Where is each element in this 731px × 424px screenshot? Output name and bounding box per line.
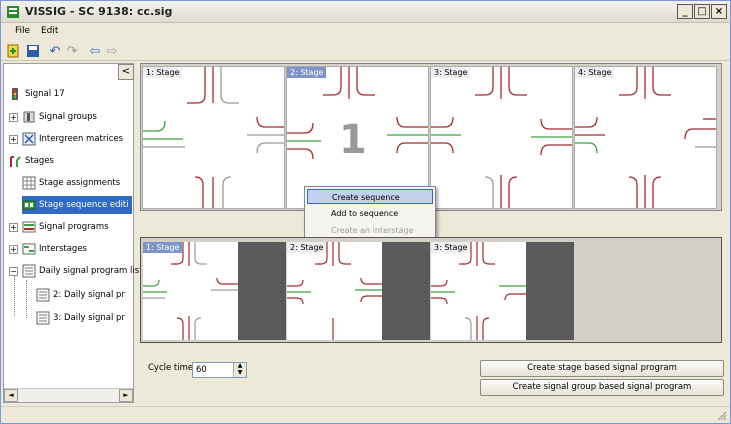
- interstage-block: [526, 242, 574, 340]
- intersection-diagram: [431, 67, 572, 208]
- tree-label: Stage sequence editi: [39, 200, 129, 210]
- tree-label: Intergreen matrices: [39, 134, 124, 144]
- app-icon: [7, 6, 19, 18]
- stages-icon: [10, 156, 21, 167]
- menu-file[interactable]: File: [15, 26, 30, 36]
- list-icon: [22, 264, 36, 278]
- create-stage-based-program-button[interactable]: Create stage based signal program: [480, 360, 724, 377]
- tree-item-daily-signal-program-list[interactable]: Daily signal program list: [22, 262, 143, 280]
- sequence-icon: [22, 200, 36, 210]
- stage-label: 1: Stage: [143, 67, 183, 78]
- intersection-diagram: [287, 242, 382, 340]
- window-title: VISSIG - SC 9138: cc.sig: [25, 5, 173, 18]
- tree-item-signal-groups[interactable]: Signal groups: [22, 108, 97, 126]
- tree-label: Signal 17: [25, 89, 65, 99]
- intersection-diagram: [431, 242, 526, 340]
- expand-interstages[interactable]: +: [9, 245, 18, 254]
- stage-label: 2: Stage: [287, 67, 327, 78]
- tree-item-stage-assignments[interactable]: Stage assignments: [22, 174, 120, 192]
- new-icon[interactable]: [5, 43, 21, 59]
- list-icon: [36, 288, 50, 302]
- scroll-right-icon[interactable]: ►: [119, 389, 133, 402]
- tree-item-daily-program-3[interactable]: 3: Daily signal pr: [36, 309, 132, 327]
- tree-item-signal-programs[interactable]: Signal programs: [22, 218, 109, 236]
- tree-label: Daily signal program list: [39, 266, 143, 276]
- tree-label: 2: Daily signal pr: [53, 290, 125, 300]
- menu-add-to-sequence[interactable]: Add to sequence: [307, 206, 433, 221]
- cycle-time-spinner[interactable]: ▲ ▼: [233, 363, 246, 377]
- cycle-time-label: Cycle time:: [148, 363, 196, 373]
- collapse-daily-list[interactable]: −: [9, 267, 18, 276]
- navigation-tree: < Signal 17 + Signal groups + Intergreen…: [3, 63, 143, 403]
- stage-label: 3: Stage: [431, 67, 471, 78]
- tree-item-signal[interactable]: Signal 17: [8, 85, 65, 103]
- signal-groups-icon: [23, 111, 35, 123]
- title-bar[interactable]: VISSIG - SC 9138: cc.sig _ □ ×: [1, 1, 730, 23]
- tree-item-interstages[interactable]: Interstages: [22, 240, 87, 258]
- stage-number: 1: [339, 117, 367, 163]
- expand-signal-groups[interactable]: +: [9, 113, 18, 122]
- expand-signal-programs[interactable]: +: [9, 223, 18, 232]
- tree-connector: [26, 280, 27, 318]
- sequence-panel: 1: Stage 2: Stage 3: Stage: [140, 237, 722, 343]
- list-icon: [36, 311, 50, 325]
- controller-icon: [12, 88, 18, 100]
- cycle-time-value: 60: [196, 365, 207, 375]
- status-bar: [1, 406, 730, 423]
- program-icon: [22, 221, 36, 233]
- tree-label: Signal programs: [39, 222, 109, 232]
- intersection-diagram: [575, 67, 716, 208]
- intersection-diagram: [143, 67, 284, 208]
- menu-edit[interactable]: Edit: [41, 26, 58, 36]
- interstage-block: [382, 242, 430, 340]
- menu-create-interstage: Create an interstage: [331, 226, 414, 235]
- tree-label: 3: Daily signal pr: [53, 313, 125, 323]
- tree-item-intergreen-matrices[interactable]: Intergreen matrices: [22, 130, 123, 148]
- grid-icon: [22, 176, 36, 190]
- spin-down-icon[interactable]: ▼: [234, 370, 246, 377]
- intersection-diagram: [143, 242, 238, 340]
- tree-item-stage-sequence-editing[interactable]: Stage sequence editi: [22, 196, 132, 214]
- sequence-card-2[interactable]: 2: Stage: [287, 242, 430, 340]
- resize-grip-icon[interactable]: [717, 411, 727, 421]
- sequence-card-1[interactable]: 1: Stage: [143, 242, 286, 340]
- stage-label: 3: Stage: [431, 242, 471, 253]
- minimize-button[interactable]: _: [677, 4, 693, 19]
- forward-icon[interactable]: ⇨: [104, 43, 120, 59]
- toolbar: ↶ ↷ ⇦ ⇨: [1, 41, 730, 61]
- menu-create-sequence[interactable]: Create sequence: [307, 189, 433, 204]
- tree-item-stages[interactable]: Stages: [8, 152, 54, 170]
- app-window: VISSIG - SC 9138: cc.sig _ □ × File Edit…: [0, 0, 731, 424]
- create-signal-group-based-program-button[interactable]: Create signal group based signal program: [480, 379, 724, 396]
- collapse-panel-button[interactable]: <: [118, 64, 134, 80]
- tree-item-daily-program-2[interactable]: 2: Daily signal pr: [36, 286, 132, 304]
- save-icon[interactable]: [25, 43, 41, 59]
- stage-card-1[interactable]: 1: Stage: [142, 66, 285, 209]
- tree-label: Stage assignments: [39, 178, 121, 188]
- menu-bar: File Edit: [1, 23, 730, 41]
- close-button[interactable]: ×: [711, 4, 727, 19]
- tree-label: Stages: [25, 156, 54, 166]
- expand-intergreen[interactable]: +: [9, 135, 18, 144]
- matrix-icon: [22, 132, 36, 146]
- stage-card-3[interactable]: 3: Stage: [430, 66, 573, 209]
- interstage-icon: [22, 243, 36, 255]
- stage-card-4[interactable]: 4: Stage: [574, 66, 717, 209]
- redo-icon[interactable]: ↷: [64, 43, 80, 59]
- context-menu: Create sequence Add to sequence Create a…: [304, 186, 436, 241]
- horizontal-scrollbar[interactable]: ◄ ►: [4, 388, 133, 402]
- scroll-left-icon[interactable]: ◄: [4, 389, 18, 402]
- tree-label: Interstages: [39, 244, 87, 254]
- stage-label: 2: Stage: [287, 242, 327, 253]
- tree-label: Signal groups: [39, 112, 97, 122]
- back-icon[interactable]: ⇦: [87, 43, 103, 59]
- interstage-block: [238, 242, 286, 340]
- cycle-time-input[interactable]: 60 ▲ ▼: [192, 362, 247, 378]
- stage-label: 1: Stage: [143, 242, 183, 253]
- undo-icon[interactable]: ↶: [47, 43, 63, 59]
- tree-connector: [14, 276, 15, 316]
- sequence-card-3[interactable]: 3: Stage: [431, 242, 574, 340]
- stage-label: 4: Stage: [575, 67, 615, 78]
- maximize-button[interactable]: □: [694, 4, 710, 19]
